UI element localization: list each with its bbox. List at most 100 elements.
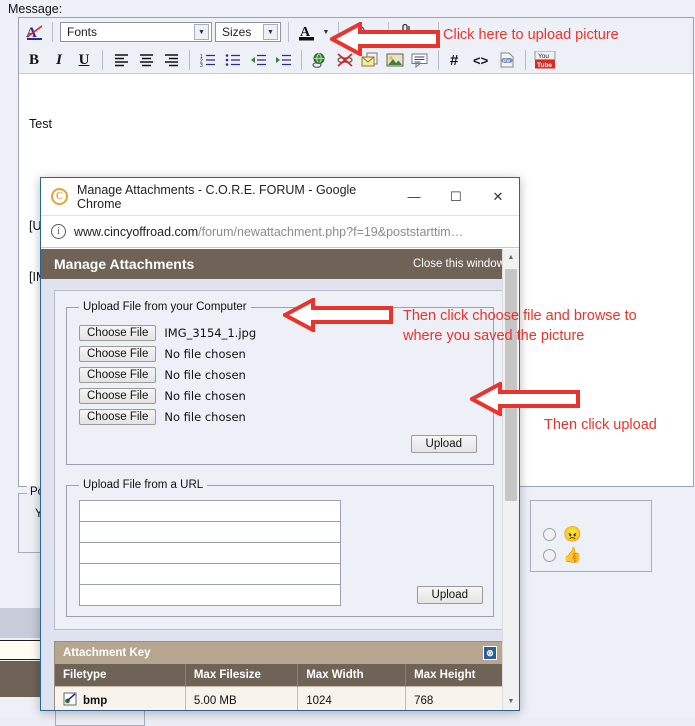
svg-text:3: 3 (200, 63, 203, 67)
collapse-icon[interactable]: ⊗ (483, 646, 497, 660)
url-input-1[interactable] (79, 500, 341, 522)
align-left-button[interactable] (110, 49, 132, 71)
table-row: bmp 5.00 MB 1024 768 (55, 686, 505, 710)
radio-angry[interactable] (543, 528, 556, 541)
column-max-width: Max Width (297, 664, 407, 687)
toolbar-divider (525, 50, 526, 70)
toolbar-divider (189, 50, 190, 70)
file-name-3: No file chosen (164, 367, 246, 382)
bullet-list-button[interactable] (222, 49, 244, 71)
chevron-down-icon: ▼ (263, 24, 278, 40)
insert-php-button[interactable]: php (496, 49, 518, 71)
insert-youtube-button[interactable]: You Tube (533, 49, 557, 71)
insert-link-button[interactable] (309, 49, 331, 71)
rating-options-box: 😠 👍 (530, 500, 652, 572)
insert-hash-button[interactable]: # (446, 49, 468, 71)
address-bar[interactable]: i www.cincyoffroad.com/forum/newattachme… (41, 216, 519, 248)
arrow-to-choose-file (283, 298, 393, 332)
arrow-to-upload-button (470, 382, 580, 416)
attachments-header: Manage Attachments Close this window (41, 249, 519, 279)
filetype-label: bmp (83, 694, 108, 707)
upload-from-url-fieldset: Upload File from a URL Upload (66, 479, 494, 617)
window-controls: — ☐ ✕ (393, 178, 519, 215)
annotation-click-here: Click here to upload picture (443, 27, 619, 43)
url-input-3[interactable] (79, 542, 341, 564)
annotation-click-upload: Then click upload (544, 417, 657, 433)
bold-button[interactable]: B (23, 49, 45, 71)
file-name-2: No file chosen (164, 346, 246, 361)
window-title: Manage Attachments - C.O.R.E. FORUM - Go… (77, 182, 357, 211)
choose-file-button-3[interactable]: Choose File (79, 366, 157, 383)
upload-url-content: Upload (79, 500, 483, 606)
minimize-button[interactable]: — (393, 178, 435, 215)
insert-code-button[interactable]: <> (471, 49, 493, 71)
toolbar-divider (288, 22, 289, 42)
svg-text:Tube: Tube (537, 62, 552, 69)
scroll-up-icon[interactable]: ▲ (503, 249, 519, 266)
close-window-link[interactable]: Close this window (413, 258, 505, 270)
upload-computer-button[interactable]: Upload (410, 435, 477, 453)
font-color-icon[interactable]: A (296, 21, 318, 43)
url-input-2[interactable] (79, 521, 341, 543)
italic-button[interactable]: I (48, 49, 70, 71)
choose-file-button-5[interactable]: Choose File (79, 408, 157, 425)
font-size-select[interactable]: Sizes ▼ (215, 22, 281, 42)
url-domain: www.cincyoffroad.com (74, 224, 199, 239)
column-max-filesize: Max Filesize (185, 664, 299, 687)
attachment-key-title: Attachment Key (63, 647, 151, 659)
remove-formatting-icon[interactable]: A (23, 21, 45, 43)
rating-option-thumbsup[interactable]: 👍 (543, 545, 651, 566)
upload-url-button[interactable]: Upload (416, 586, 483, 604)
file-name-1: IMG_3154_1.jpg (164, 325, 257, 340)
file-row: Choose File No file chosen (79, 385, 483, 406)
site-info-icon[interactable]: i (51, 224, 66, 239)
annotation-choose-file: Then click choose file and browse to whe… (403, 308, 637, 344)
rating-option-angry[interactable]: 😠 (543, 524, 651, 545)
upload-url-legend: Upload File from a URL (83, 479, 204, 491)
choose-file-button-1[interactable]: Choose File (79, 324, 157, 341)
toolbar-divider (52, 22, 53, 42)
attachment-key-table: Filetype Max Filesize Max Width Max Heig… (55, 664, 505, 710)
underline-button[interactable]: U (73, 49, 95, 71)
font-family-value: Fonts (67, 25, 98, 39)
scroll-down-icon[interactable]: ▼ (503, 693, 519, 710)
message-label: Message: (8, 2, 63, 16)
upload-computer-actions: Upload (79, 435, 483, 453)
file-name-4: No file chosen (164, 388, 246, 403)
toolbar-divider (301, 50, 302, 70)
arrow-to-attachment-icon (330, 22, 440, 56)
url-input-4[interactable] (79, 563, 341, 585)
svg-text:<>: <> (473, 53, 489, 68)
url-path: /forum/newattachment.php?f=19&poststartt… (198, 224, 464, 239)
cell-filetype: bmp (55, 686, 186, 710)
indent-button[interactable] (272, 49, 294, 71)
upload-computer-legend: Upload File from your Computer (83, 301, 247, 313)
file-name-5: No file chosen (164, 409, 246, 424)
choose-file-button-4[interactable]: Choose File (79, 387, 157, 404)
align-right-button[interactable] (160, 49, 182, 71)
bmp-icon (63, 692, 77, 709)
address-url: www.cincyoffroad.com/forum/newattachment… (74, 225, 463, 239)
font-family-select[interactable]: Fonts ▼ (60, 22, 212, 42)
manage-attachments-window: C Manage Attachments - C.O.R.E. FORUM - … (40, 177, 520, 711)
maximize-button[interactable]: ☐ (435, 178, 477, 215)
svg-text:php: php (503, 58, 511, 63)
window-title-bar[interactable]: C Manage Attachments - C.O.R.E. FORUM - … (41, 178, 519, 216)
toolbar-divider (102, 50, 103, 70)
choose-file-button-2[interactable]: Choose File (79, 345, 157, 362)
message-line-1: Test (29, 117, 52, 131)
url-input-5[interactable] (79, 584, 341, 606)
outdent-button[interactable] (247, 49, 269, 71)
align-center-button[interactable] (135, 49, 157, 71)
attachment-key-box: Attachment Key ⊗ Filetype Max Filesize M… (54, 641, 506, 710)
angry-face-icon: 😠 (563, 526, 582, 543)
font-size-value: Sizes (222, 25, 252, 39)
attachments-title: Manage Attachments (54, 256, 195, 272)
file-row: Choose File No file chosen (79, 343, 483, 364)
close-button[interactable]: ✕ (477, 178, 519, 215)
ordered-list-button[interactable]: 1 2 3 (197, 49, 219, 71)
svg-text:#: # (450, 52, 459, 68)
thumbs-up-icon: 👍 (563, 547, 582, 564)
chevron-down-icon: ▼ (194, 24, 209, 40)
radio-thumbsup[interactable] (543, 549, 556, 562)
